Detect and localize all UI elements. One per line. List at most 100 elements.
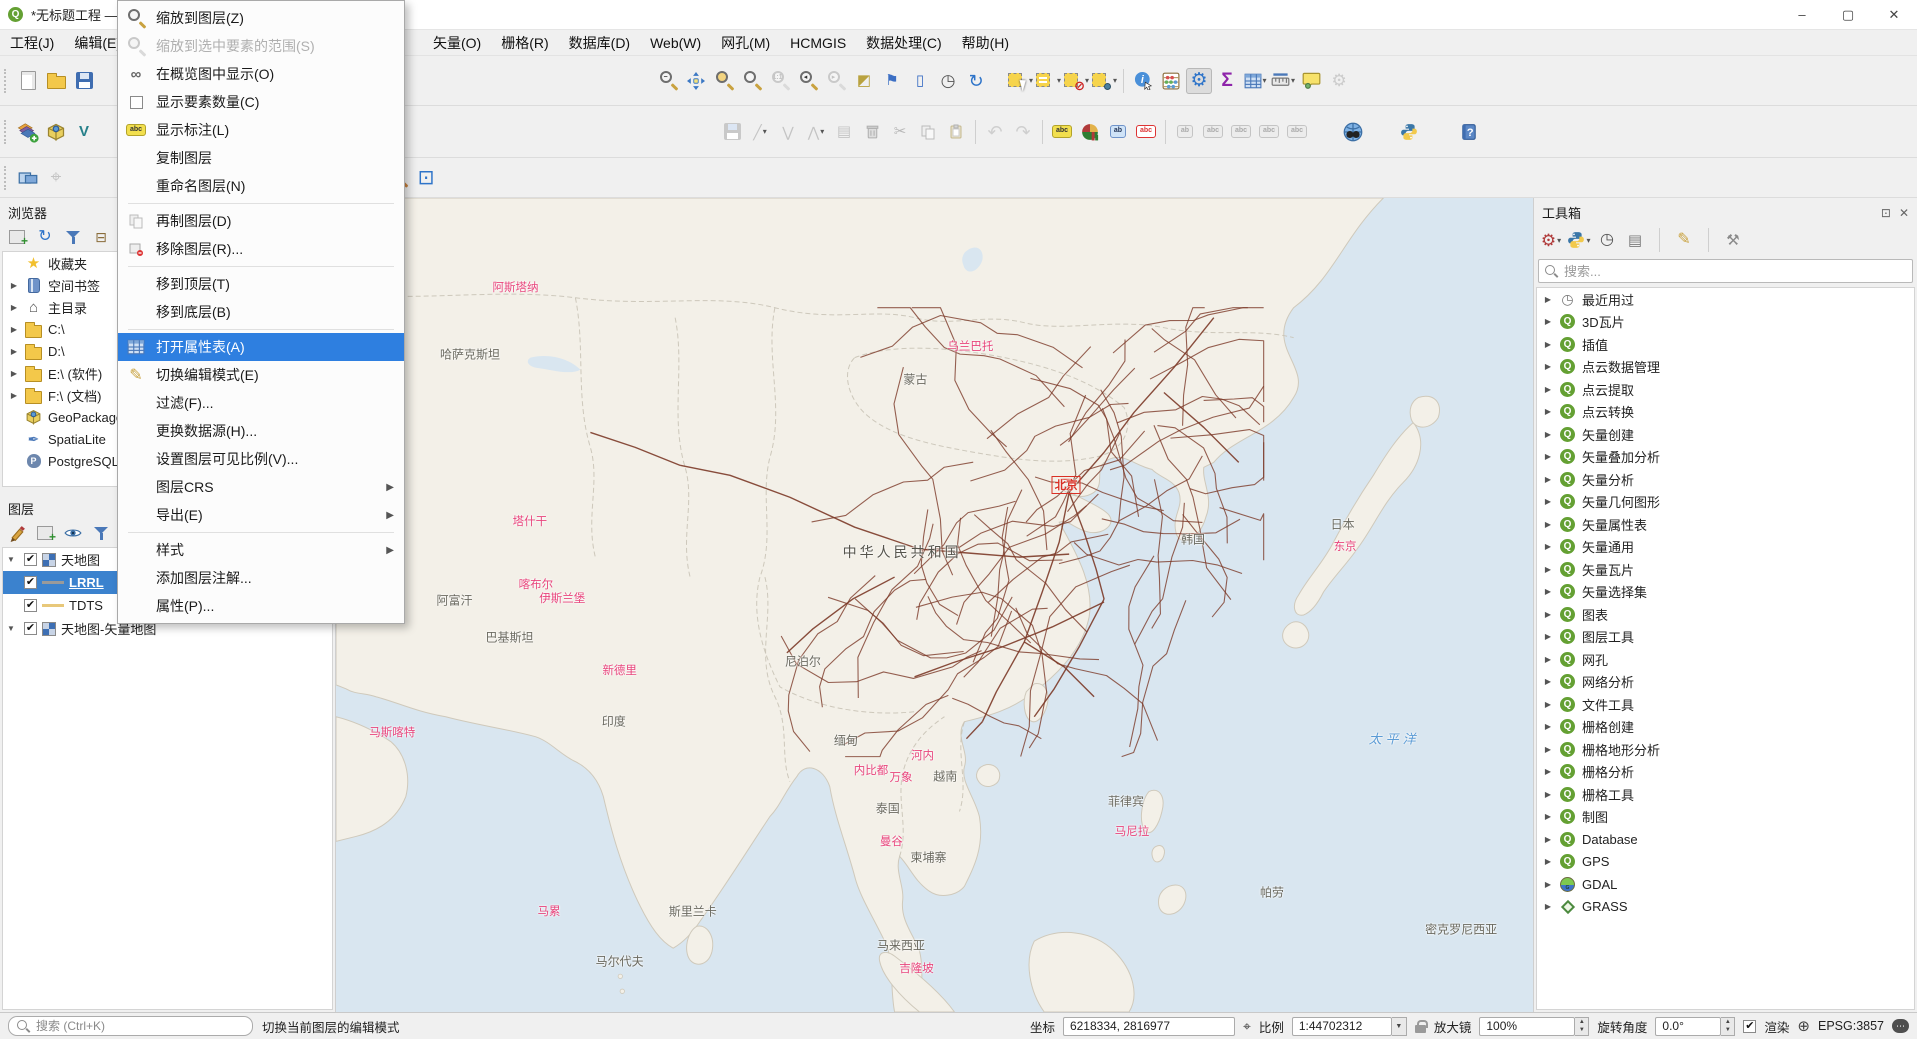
collapse-all-button[interactable]: ⊟: [92, 228, 110, 246]
open-attribute-table-button[interactable]: ▾: [1242, 68, 1268, 94]
expand-arrow-icon[interactable]: ▶: [1543, 295, 1553, 304]
globe-crs-icon[interactable]: ⊕: [1797, 1017, 1810, 1035]
delete-selected-button[interactable]: [859, 119, 885, 145]
expand-arrow-icon[interactable]: ▶: [1543, 632, 1553, 641]
zoom-to-selection-button[interactable]: [739, 68, 765, 94]
toolbox-group[interactable]: ▶ Q 网孔: [1537, 648, 1914, 671]
close-button[interactable]: ✕: [1871, 0, 1917, 30]
bookmark-manager-button[interactable]: ▯: [907, 68, 933, 94]
minimize-button[interactable]: –: [1779, 0, 1825, 30]
toolbox-group[interactable]: ▶ Q 栅格创建: [1537, 716, 1914, 739]
processing-toolbox-button[interactable]: ⚙: [1186, 67, 1213, 94]
history-button[interactable]: ◷: [1594, 227, 1620, 253]
layer-checkbox[interactable]: ✔: [24, 622, 37, 635]
menubar-item[interactable]: HCMGIS: [780, 32, 856, 54]
lock-scale-icon[interactable]: [1414, 1019, 1428, 1033]
add-group-button[interactable]: [36, 524, 56, 544]
open-project-button[interactable]: [43, 68, 69, 94]
layer-diagram-button[interactable]: [1077, 119, 1103, 145]
refresh-button[interactable]: ↻: [32, 224, 58, 250]
select-features-button[interactable]: ▾: [1007, 68, 1033, 94]
expand-arrow-icon[interactable]: ▶: [9, 391, 19, 400]
identify-features-button[interactable]: i: [1130, 68, 1156, 94]
expand-arrow-icon[interactable]: ▶: [1543, 655, 1553, 664]
menubar-item[interactable]: 数据库(D): [559, 30, 640, 56]
move-label-button[interactable]: abc: [1228, 119, 1254, 145]
toolbox-group[interactable]: ▶ Q 3D瓦片: [1537, 311, 1914, 334]
new-geopackage-button[interactable]: [43, 119, 69, 145]
toolbox-group[interactable]: ▶ ◷ 最近用过: [1537, 288, 1914, 311]
expand-arrow-icon[interactable]: ▶: [1543, 610, 1553, 619]
context-menu-item[interactable]: 属性(P)...: [118, 592, 404, 620]
expand-arrow-icon[interactable]: ▶: [9, 281, 19, 290]
layer-checkbox[interactable]: ✔: [24, 576, 37, 589]
expand-arrow-icon[interactable]: ▶: [1543, 722, 1553, 731]
expand-arrow-icon[interactable]: ▶: [9, 325, 19, 334]
models-button[interactable]: ⚙ ▾: [1541, 231, 1561, 249]
context-menu-item[interactable]: 移到顶层(T): [118, 270, 404, 298]
save-edits-button[interactable]: [719, 119, 745, 145]
python-scripts-button[interactable]: ▾: [1568, 231, 1591, 249]
messages-icon[interactable]: ⋯: [1892, 1019, 1909, 1033]
context-menu-item[interactable]: 缩放到图层(Z): [118, 4, 404, 32]
context-menu-item[interactable]: 样式 ▶: [118, 536, 404, 564]
expand-arrow-icon[interactable]: ▶: [1543, 362, 1553, 371]
toolbox-group[interactable]: ▶ Q 点云提取: [1537, 378, 1914, 401]
expand-arrow-icon[interactable]: ▶: [1543, 812, 1553, 821]
expand-arrow-icon[interactable]: ▼: [7, 624, 19, 633]
add-selected-layer-button[interactable]: [8, 228, 28, 248]
context-menu-item[interactable]: 打开属性表(A): [118, 333, 404, 361]
menubar-item[interactable]: Web(W): [640, 32, 711, 54]
crosshair-tool-button[interactable]: ⌖: [43, 165, 69, 191]
toolbox-group[interactable]: ▶ Q 栅格地形分析: [1537, 738, 1914, 761]
options-wrench-button[interactable]: ⚒: [1724, 231, 1742, 249]
zoom-last-button[interactable]: ◂: [795, 68, 821, 94]
print-layout-button[interactable]: [15, 165, 41, 191]
models-button[interactable]: ⚙ ▾: [1538, 227, 1564, 253]
zoom-to-layer-button[interactable]: [711, 68, 737, 94]
expand-arrow-icon[interactable]: ▶: [9, 303, 19, 312]
context-menu-item[interactable]: 显示要素数量(C): [118, 88, 404, 116]
highlight-labels-button[interactable]: abc: [1133, 119, 1159, 145]
results-viewer-button[interactable]: ▤: [1626, 231, 1644, 249]
expand-arrow-icon[interactable]: ▶: [1543, 700, 1553, 709]
edit-features-in-place-button[interactable]: ✎: [1671, 227, 1697, 253]
pin-unpin-labels-button[interactable]: ab: [1172, 119, 1198, 145]
context-menu-item[interactable]: 过滤(F)...: [118, 389, 404, 417]
context-menu-item[interactable]: 导出(E) ▶: [118, 501, 404, 529]
scale-combo[interactable]: 1:44702312 ▼: [1291, 1016, 1407, 1036]
refresh-map-button[interactable]: ↻: [963, 68, 989, 94]
copy-features-button[interactable]: [915, 119, 941, 145]
rotation-spin[interactable]: 0.0° ▲ ▼: [1655, 1016, 1736, 1036]
context-menu-item[interactable]: 添加图层注解...: [118, 564, 404, 592]
toolbox-float-icon[interactable]: ⊡: [1881, 206, 1891, 220]
deselect-features-button[interactable]: ⊘ ▾: [1063, 68, 1089, 94]
python-scripts-button[interactable]: ▾: [1566, 227, 1592, 253]
toolbox-group[interactable]: ▶ Q 制图: [1537, 806, 1914, 829]
context-menu-item[interactable]: 移到底层(B): [118, 298, 404, 326]
refresh-button[interactable]: ↻: [36, 228, 54, 246]
undo-button[interactable]: ↶: [982, 119, 1008, 145]
expand-arrow-icon[interactable]: ▶: [1543, 542, 1553, 551]
plugin-fullscreen-button[interactable]: ⊡: [413, 165, 439, 191]
expand-arrow-icon[interactable]: ▶: [1543, 767, 1553, 776]
statusbar-search[interactable]: [8, 1016, 253, 1036]
spinner-arrows-icon[interactable]: ▲ ▼: [1575, 1016, 1590, 1036]
expand-arrow-icon[interactable]: ▶: [1543, 452, 1553, 461]
toolbox-group[interactable]: ▶ Q 矢量瓦片: [1537, 558, 1914, 581]
menubar-item[interactable]: 矢量(O): [423, 30, 491, 56]
toolbox-group[interactable]: ▶ Q 文件工具: [1537, 693, 1914, 716]
toolbox-group[interactable]: ▶ Q GPS: [1537, 851, 1914, 874]
osm-search-button[interactable]: [1340, 119, 1366, 145]
expand-arrow-icon[interactable]: ▶: [1543, 340, 1553, 349]
add-vertex-button[interactable]: ⋁: [775, 119, 801, 145]
expand-arrow-icon[interactable]: ▶: [9, 347, 19, 356]
options-wrench-button[interactable]: ⚒: [1720, 227, 1746, 253]
context-menu-item[interactable]: 移除图层(R)...: [118, 235, 404, 263]
context-menu-item[interactable]: 更换数据源(H)...: [118, 417, 404, 445]
statistical-summary-button[interactable]: [1158, 68, 1184, 94]
save-project-button[interactable]: [71, 68, 97, 94]
expand-arrow-icon[interactable]: ▶: [9, 369, 19, 378]
context-menu-item[interactable]: 重命名图层(N): [118, 172, 404, 200]
toolbox-group[interactable]: ▶ Q 插值: [1537, 333, 1914, 356]
